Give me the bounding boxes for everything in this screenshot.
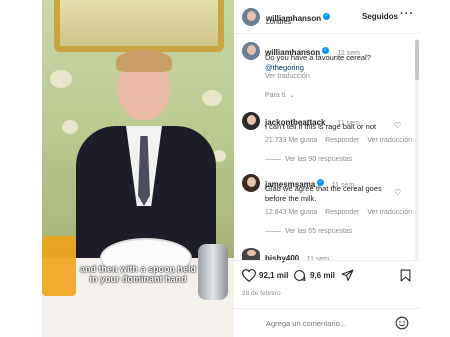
wallpaper-flower [62, 120, 78, 134]
more-horizontal-icon[interactable]: ··· [400, 8, 414, 20]
post-header: williamhanson ✓ Londres Seguidos ··· [234, 0, 421, 34]
caption-translate-link[interactable]: Ver traducción [265, 73, 310, 80]
bookmark-icon[interactable] [400, 269, 411, 282]
view-replies-label: Ver las 55 respuestas [285, 228, 353, 235]
commenter-avatar[interactable] [242, 112, 260, 130]
share-icon[interactable] [341, 269, 354, 282]
view-replies-button[interactable]: Ver las 90 respuestas [265, 156, 352, 163]
comment-text-line1: Glad we agree that the cereal goes [265, 184, 382, 193]
post-video[interactable]: and then with a spoon held in your domin… [42, 0, 234, 337]
comments-sort-dropdown[interactable]: Para ti ⌄ [265, 92, 294, 99]
post-panel: williamhanson ✓ Londres Seguidos ··· will… [234, 0, 421, 337]
commenter-avatar[interactable] [242, 248, 260, 260]
like-count[interactable]: 92,1 mil [259, 271, 288, 280]
author-avatar[interactable] [242, 8, 260, 26]
sort-label: Para ti [265, 92, 286, 99]
comment-translate-link[interactable]: Ver traducción [367, 137, 412, 144]
emoji-icon[interactable] [395, 316, 409, 330]
commenter-avatar[interactable] [242, 174, 260, 192]
caption-avatar[interactable] [242, 42, 260, 60]
comment-like-count[interactable]: 21.733 Me gusta [265, 137, 317, 144]
post-date[interactable]: 28 de febrero [242, 290, 281, 297]
caption-text: Do you have a favourite cereal? [265, 53, 371, 62]
comment-text-line2: before the milk. [265, 194, 317, 203]
comment-translate-link[interactable]: Ver traducción [367, 209, 412, 216]
view-replies-button[interactable]: Ver las 55 respuestas [265, 228, 352, 235]
comment-like-heart-icon[interactable]: ♡ [394, 121, 401, 130]
comment-composer [234, 308, 421, 337]
gold-mirror [54, 0, 224, 52]
comment-icon[interactable] [293, 269, 306, 282]
comment-text: I can't tell if this is rage bait or not [265, 122, 377, 131]
replies-divider [265, 230, 281, 232]
comment-like-heart-icon[interactable]: ♡ [394, 188, 401, 197]
view-replies-label: Ver las 90 respuestas [285, 156, 353, 163]
heart-icon[interactable] [242, 269, 256, 282]
replies-divider [265, 158, 281, 160]
comment-reply-button[interactable]: Responder [325, 209, 359, 216]
post-location[interactable]: Londres [266, 19, 291, 26]
person-hair [116, 50, 172, 72]
caption-mention[interactable]: @thegoring [265, 63, 304, 72]
comment-input[interactable] [266, 316, 390, 330]
scrollbar-thumb[interactable] [415, 40, 419, 80]
wallpaper-flower [202, 90, 222, 106]
video-caption-line1: and then with a spoon held [80, 264, 196, 274]
following-button[interactable]: Seguidos [362, 12, 398, 21]
verified-badge-icon: ✓ [323, 13, 331, 21]
wallpaper-flower [50, 70, 72, 88]
comment-reply-button[interactable]: Responder [325, 137, 359, 144]
video-caption-line2: in your dominant hand [89, 274, 187, 284]
post-actions-bar: 92,1 mil 9,6 mil 28 de febrero [234, 260, 421, 308]
comment-like-count[interactable]: 12.843 Me gusta [265, 209, 317, 216]
chevron-down-icon: ⌄ [289, 93, 295, 99]
comment-count[interactable]: 9,6 mil [310, 271, 335, 280]
